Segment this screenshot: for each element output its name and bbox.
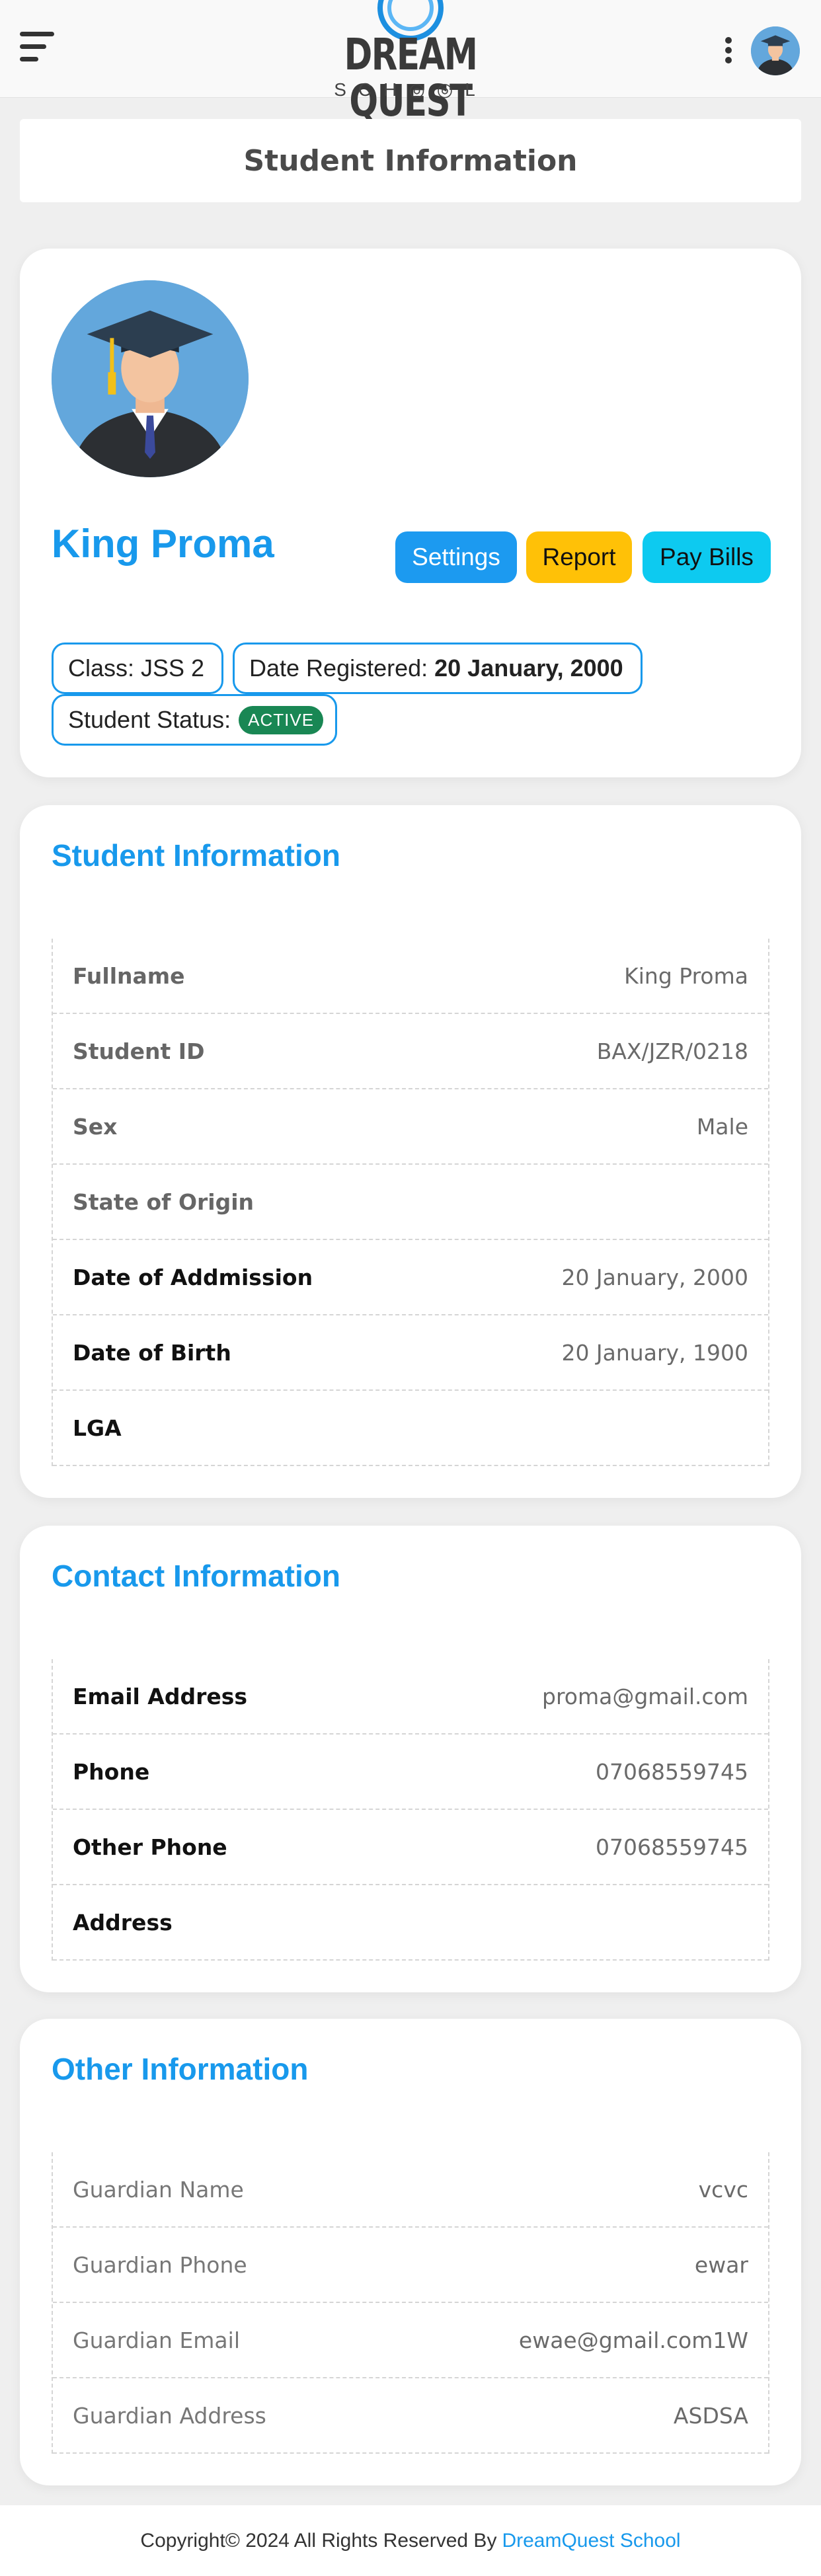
class-label: Class: JSS 2 bbox=[68, 654, 205, 682]
other-information-card: Other Information Guardian Name vcvc Gua… bbox=[20, 2019, 801, 2485]
footer-school-link[interactable]: DreamQuest School bbox=[502, 2530, 680, 2552]
table-row: Email Address proma@gmail.com bbox=[53, 1659, 768, 1735]
other-info-table: Guardian Name vcvc Guardian Phone ewar G… bbox=[52, 2152, 769, 2454]
row-key: Date of Addmission bbox=[73, 1264, 313, 1290]
more-options-icon[interactable] bbox=[723, 37, 734, 63]
table-row: Date of Birth 20 January, 1900 bbox=[53, 1315, 768, 1391]
row-key: Address bbox=[73, 1909, 173, 1935]
student-status-label: Student Status: bbox=[68, 706, 231, 733]
row-value: 20 January, 1900 bbox=[561, 1339, 748, 1366]
section-title: Contact Information bbox=[52, 1559, 340, 1593]
row-value: proma@gmail.com bbox=[542, 1683, 748, 1709]
report-button[interactable]: Report bbox=[526, 531, 632, 583]
graduate-avatar-icon bbox=[751, 26, 800, 75]
row-value: 07068559745 bbox=[596, 1834, 748, 1860]
status-badge: ACTIVE bbox=[239, 705, 324, 734]
page-title: Student Information bbox=[20, 119, 801, 202]
logo-subtitle: SCH◎◎L bbox=[334, 79, 487, 100]
table-row: LGA bbox=[53, 1391, 768, 1466]
table-row: Phone 07068559745 bbox=[53, 1735, 768, 1810]
table-row: Date of Addmission 20 January, 2000 bbox=[53, 1240, 768, 1315]
date-registered-badge: Date Registered: 20 January, 2000 bbox=[233, 643, 643, 694]
row-key: Guardian Phone bbox=[73, 2251, 247, 2278]
row-value: ewae@gmail.com1W bbox=[518, 2327, 748, 2353]
profile-card: King Proma Settings Report Pay Bills Cla… bbox=[20, 249, 801, 777]
date-registered-label: Date Registered: bbox=[249, 654, 428, 682]
row-value: ASDSA bbox=[673, 2402, 748, 2429]
table-row: Student ID BAX/JZR/0218 bbox=[53, 1014, 768, 1089]
school-logo[interactable]: DREAM QUEST SCH◎◎L bbox=[288, 0, 533, 124]
user-avatar[interactable] bbox=[751, 26, 800, 75]
logo-title: DREAM QUEST bbox=[344, 29, 478, 126]
row-key: Guardian Address bbox=[73, 2402, 266, 2429]
student-status-badge: Student Status: ACTIVE bbox=[52, 694, 337, 746]
table-row: Address bbox=[53, 1885, 768, 1961]
contact-information-card: Contact Information Email Address proma@… bbox=[20, 1526, 801, 1992]
menu-icon[interactable] bbox=[20, 32, 57, 63]
table-row: State of Origin bbox=[53, 1165, 768, 1240]
row-value: 07068559745 bbox=[596, 1758, 748, 1785]
row-key: Student ID bbox=[73, 1038, 205, 1064]
row-key: Sex bbox=[73, 1113, 118, 1140]
table-row: Guardian Address ASDSA bbox=[53, 2378, 768, 2454]
section-title: Other Information bbox=[52, 2052, 309, 2086]
row-value: 20 January, 2000 bbox=[561, 1264, 748, 1290]
row-key: Fullname bbox=[73, 962, 185, 989]
graduate-avatar-icon bbox=[52, 280, 249, 477]
table-row: Guardian Name vcvc bbox=[53, 2152, 768, 2228]
student-info-table: Fullname King Proma Student ID BAX/JZR/0… bbox=[52, 939, 769, 1466]
student-avatar bbox=[52, 280, 249, 477]
settings-button[interactable]: Settings bbox=[395, 531, 517, 583]
pay-bills-button[interactable]: Pay Bills bbox=[643, 531, 771, 583]
table-row: Guardian Phone ewar bbox=[53, 2228, 768, 2303]
date-registered-value: 20 January, 2000 bbox=[434, 654, 623, 682]
table-row: Sex Male bbox=[53, 1089, 768, 1165]
table-row: Other Phone 07068559745 bbox=[53, 1810, 768, 1885]
row-key: Guardian Email bbox=[73, 2327, 240, 2353]
student-name: King Proma bbox=[52, 522, 274, 566]
row-key: State of Origin bbox=[73, 1189, 254, 1215]
student-information-card: Student Information Fullname King Proma … bbox=[20, 805, 801, 1498]
footer-copyright: Copyright© 2024 All Rights Reserved By bbox=[140, 2529, 497, 2552]
row-value: Male bbox=[696, 1113, 748, 1140]
row-key: Guardian Name bbox=[73, 2176, 244, 2203]
table-row: Fullname King Proma bbox=[53, 939, 768, 1014]
row-value: King Proma bbox=[624, 962, 748, 989]
row-key: Other Phone bbox=[73, 1834, 227, 1860]
section-title: Student Information bbox=[52, 838, 340, 873]
row-value: vcvc bbox=[698, 2176, 748, 2203]
row-key: LGA bbox=[73, 1415, 122, 1441]
row-value: BAX/JZR/0218 bbox=[596, 1038, 748, 1064]
footer: Copyright© 2024 All Rights Reserved By D… bbox=[0, 2505, 821, 2576]
app-header: DREAM QUEST SCH◎◎L bbox=[0, 0, 821, 124]
row-value: ewar bbox=[694, 2251, 748, 2278]
row-key: Phone bbox=[73, 1758, 150, 1785]
contact-info-table: Email Address proma@gmail.com Phone 0706… bbox=[52, 1659, 769, 1961]
row-key: Date of Birth bbox=[73, 1339, 231, 1366]
row-key: Email Address bbox=[73, 1683, 248, 1709]
table-row: Guardian Email ewae@gmail.com1W bbox=[53, 2303, 768, 2378]
class-badge: Class: JSS 2 bbox=[52, 643, 223, 694]
